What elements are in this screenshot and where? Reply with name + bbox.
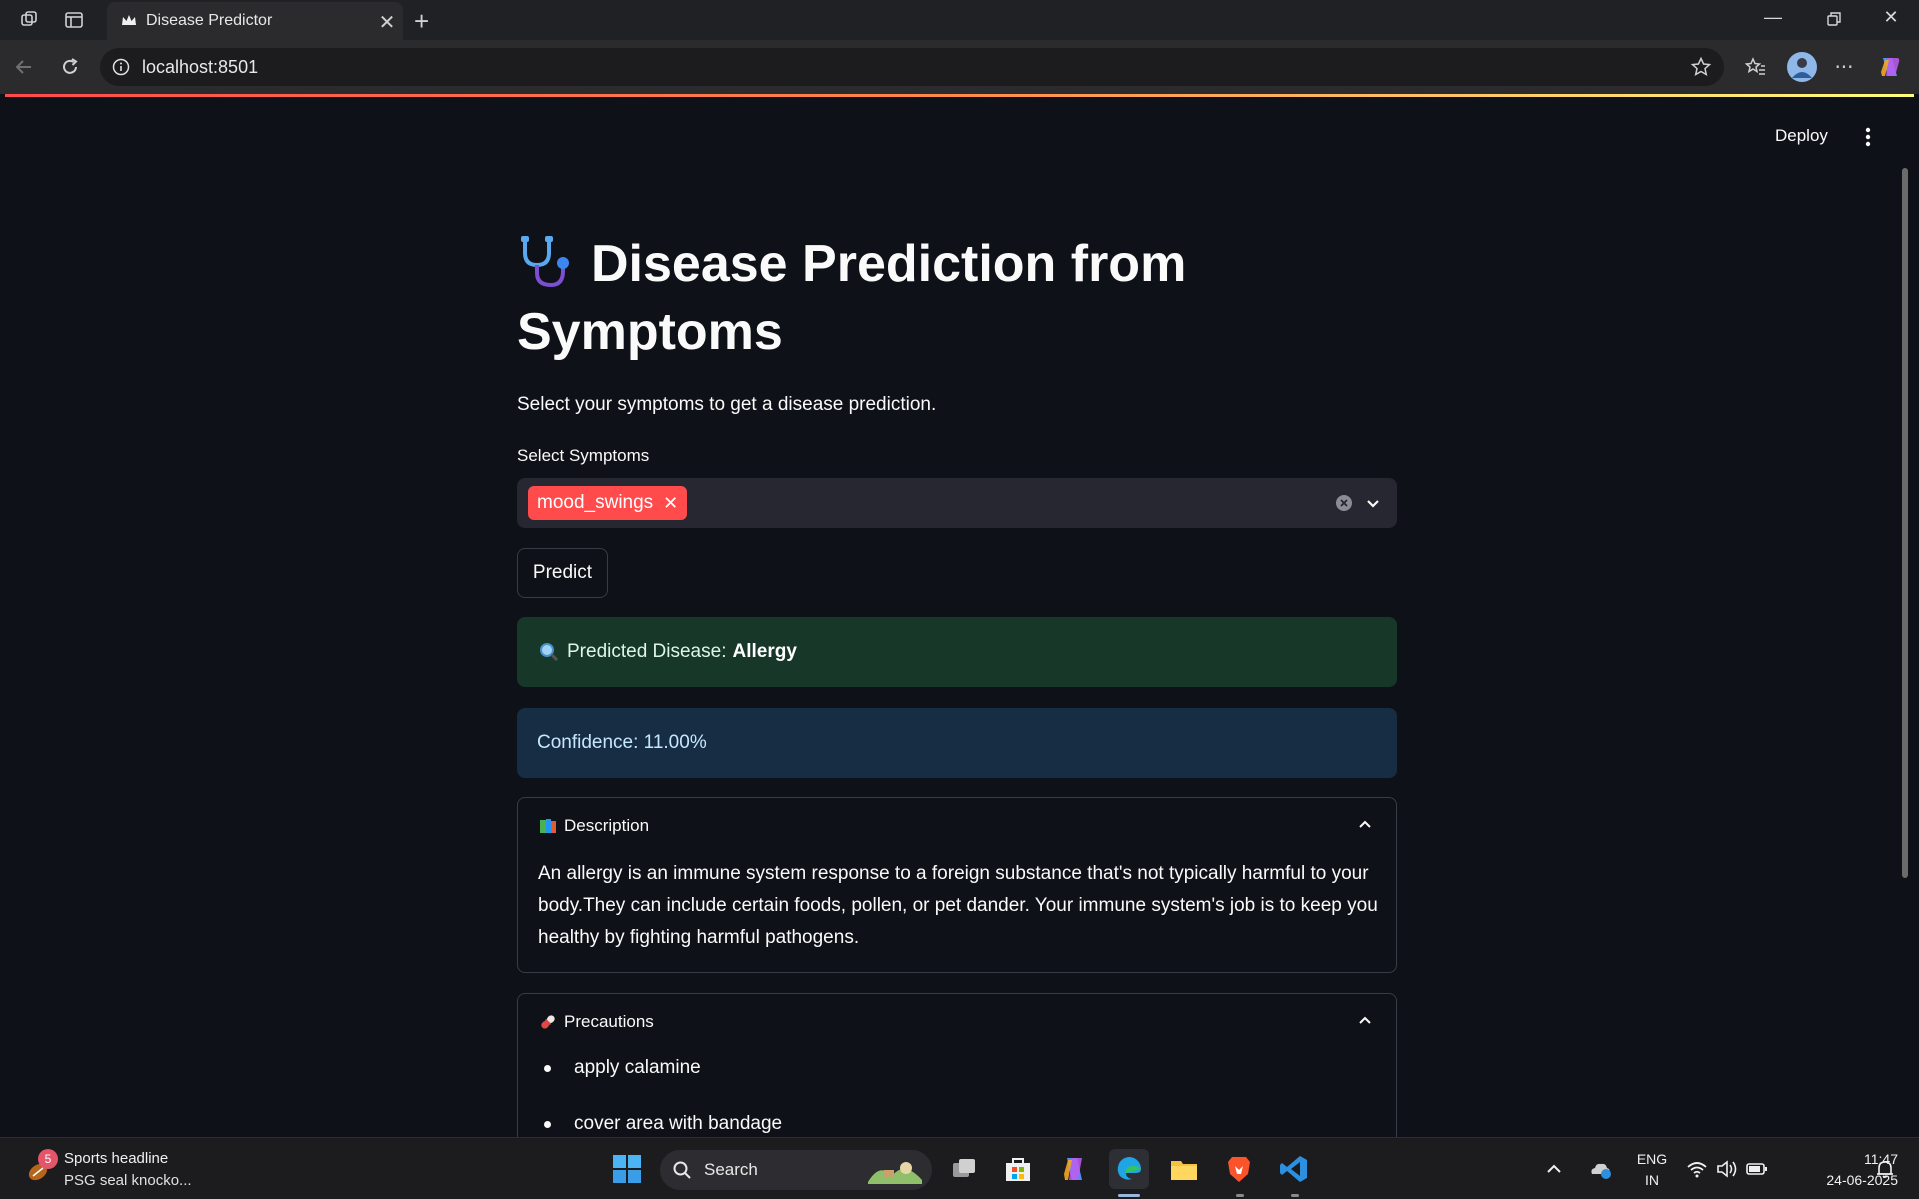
prediction-result-alert: Predicted Disease: Allergy xyxy=(517,617,1397,687)
task-view-icon[interactable] xyxy=(944,1149,984,1189)
url-text: localhost:8501 xyxy=(142,57,259,77)
brave-browser-icon[interactable] xyxy=(1219,1149,1259,1189)
description-title: Description xyxy=(564,816,650,835)
favorite-star-icon[interactable] xyxy=(1690,56,1712,78)
confidence-alert: Confidence: 11.00% xyxy=(517,708,1397,778)
chevron-up-icon[interactable] xyxy=(1356,816,1374,834)
description-header[interactable]: Description xyxy=(538,816,649,836)
taskbar-search[interactable]: Search xyxy=(660,1150,932,1190)
search-highlight-icon xyxy=(868,1162,922,1184)
confidence-text: Confidence: 11.00% xyxy=(537,732,707,753)
restore-icon[interactable] xyxy=(1819,7,1849,31)
edge-active-indicator xyxy=(1118,1194,1140,1197)
tab-disease-predictor[interactable]: Disease Predictor ✕ xyxy=(107,2,403,40)
predict-button[interactable]: Predict xyxy=(517,548,608,598)
page-title-text: Disease Prediction from Symptoms xyxy=(517,235,1187,361)
tab-title: Disease Predictor xyxy=(146,12,273,29)
vscode-running-indicator xyxy=(1291,1194,1299,1197)
vscode-icon[interactable] xyxy=(1274,1149,1314,1189)
main-content: Disease Prediction from Symptoms Select … xyxy=(517,230,1397,1153)
deploy-button[interactable]: Deploy xyxy=(1775,126,1828,146)
symptom-chip: mood_swings ✕ xyxy=(528,486,688,520)
address-bar[interactable]: localhost:8501 xyxy=(100,48,1724,86)
volume-icon[interactable] xyxy=(1714,1149,1740,1189)
page-scrollbar[interactable] xyxy=(1902,168,1908,878)
browser-window: Disease Predictor ✕ + — ✕ localhost:8501… xyxy=(0,0,1919,1199)
favorites-icon[interactable] xyxy=(1742,53,1770,81)
battery-icon[interactable] xyxy=(1744,1149,1770,1189)
workspaces-icon[interactable] xyxy=(18,8,42,32)
show-hidden-icons[interactable] xyxy=(1542,1149,1566,1189)
search-icon xyxy=(673,1161,691,1179)
symptom-chip-label: mood_swings xyxy=(537,492,654,513)
prediction-prefix: Predicted Disease: xyxy=(567,641,727,662)
brave-running-indicator xyxy=(1236,1194,1244,1197)
more-options-icon[interactable]: ··· xyxy=(1830,53,1858,81)
predicted-disease: Allergy xyxy=(732,641,797,662)
news-subtitle: PSG seal knocko... xyxy=(64,1172,192,1189)
microsoft-store-icon[interactable] xyxy=(998,1149,1038,1189)
chevron-up-icon[interactable] xyxy=(1356,1012,1374,1030)
windows-taskbar: 5 Sports headline PSG seal knocko... Sea… xyxy=(0,1137,1919,1199)
precautions-header[interactable]: Precautions xyxy=(538,1012,654,1032)
language-top[interactable]: ENG xyxy=(1632,1151,1672,1167)
news-title: Sports headline xyxy=(64,1150,169,1167)
stethoscope-icon xyxy=(521,236,569,288)
clear-all-icon[interactable] xyxy=(1335,494,1353,512)
magnifier-icon xyxy=(540,643,559,662)
profile-avatar[interactable] xyxy=(1786,51,1818,83)
books-icon xyxy=(540,819,556,833)
back-arrow-icon[interactable] xyxy=(10,53,38,81)
site-info-icon[interactable] xyxy=(112,58,130,76)
copilot-app-icon[interactable] xyxy=(1054,1149,1094,1189)
edge-browser-icon[interactable] xyxy=(1109,1149,1149,1189)
page-subtitle: Select your symptoms to get a disease pr… xyxy=(517,394,937,415)
close-window-icon[interactable]: ✕ xyxy=(1876,7,1906,31)
news-badge: 5 xyxy=(38,1149,58,1169)
vertical-tabs-icon[interactable] xyxy=(62,8,86,32)
browser-toolbar: localhost:8501 ··· xyxy=(0,40,1919,94)
main-menu-icon[interactable] xyxy=(1858,125,1878,149)
minimize-icon[interactable]: — xyxy=(1758,7,1788,31)
list-item: apply calamine xyxy=(538,1056,782,1112)
file-explorer-icon[interactable] xyxy=(1164,1149,1204,1189)
refresh-icon[interactable] xyxy=(56,53,84,81)
remove-chip-icon[interactable]: ✕ xyxy=(663,493,678,514)
tab-strip: Disease Predictor ✕ + — ✕ xyxy=(0,0,1919,40)
chevron-down-icon[interactable] xyxy=(1363,493,1383,513)
pill-icon xyxy=(541,1015,555,1029)
language-bottom[interactable]: IN xyxy=(1632,1172,1672,1188)
precautions-title: Precautions xyxy=(564,1012,654,1031)
copilot-icon[interactable] xyxy=(1876,53,1904,81)
notifications-icon[interactable] xyxy=(1872,1149,1898,1189)
symptoms-label: Select Symptoms xyxy=(517,446,650,465)
tab-close-icon[interactable]: ✕ xyxy=(377,10,397,34)
page-title: Disease Prediction from Symptoms xyxy=(517,230,1397,366)
streamlit-crown-icon xyxy=(122,15,136,25)
description-expander[interactable]: Description An allergy is an immune syst… xyxy=(517,797,1397,973)
search-label: Search xyxy=(704,1160,758,1179)
onedrive-icon[interactable] xyxy=(1586,1149,1614,1189)
start-button[interactable] xyxy=(607,1149,647,1189)
precautions-expander[interactable]: Precautions apply calamine cover area wi… xyxy=(517,993,1397,1153)
wifi-icon[interactable] xyxy=(1684,1149,1710,1189)
new-tab-button[interactable]: + xyxy=(414,6,429,37)
description-text: An allergy is an immune system response … xyxy=(538,863,1378,948)
symptoms-multiselect[interactable]: mood_swings ✕ xyxy=(517,478,1397,528)
